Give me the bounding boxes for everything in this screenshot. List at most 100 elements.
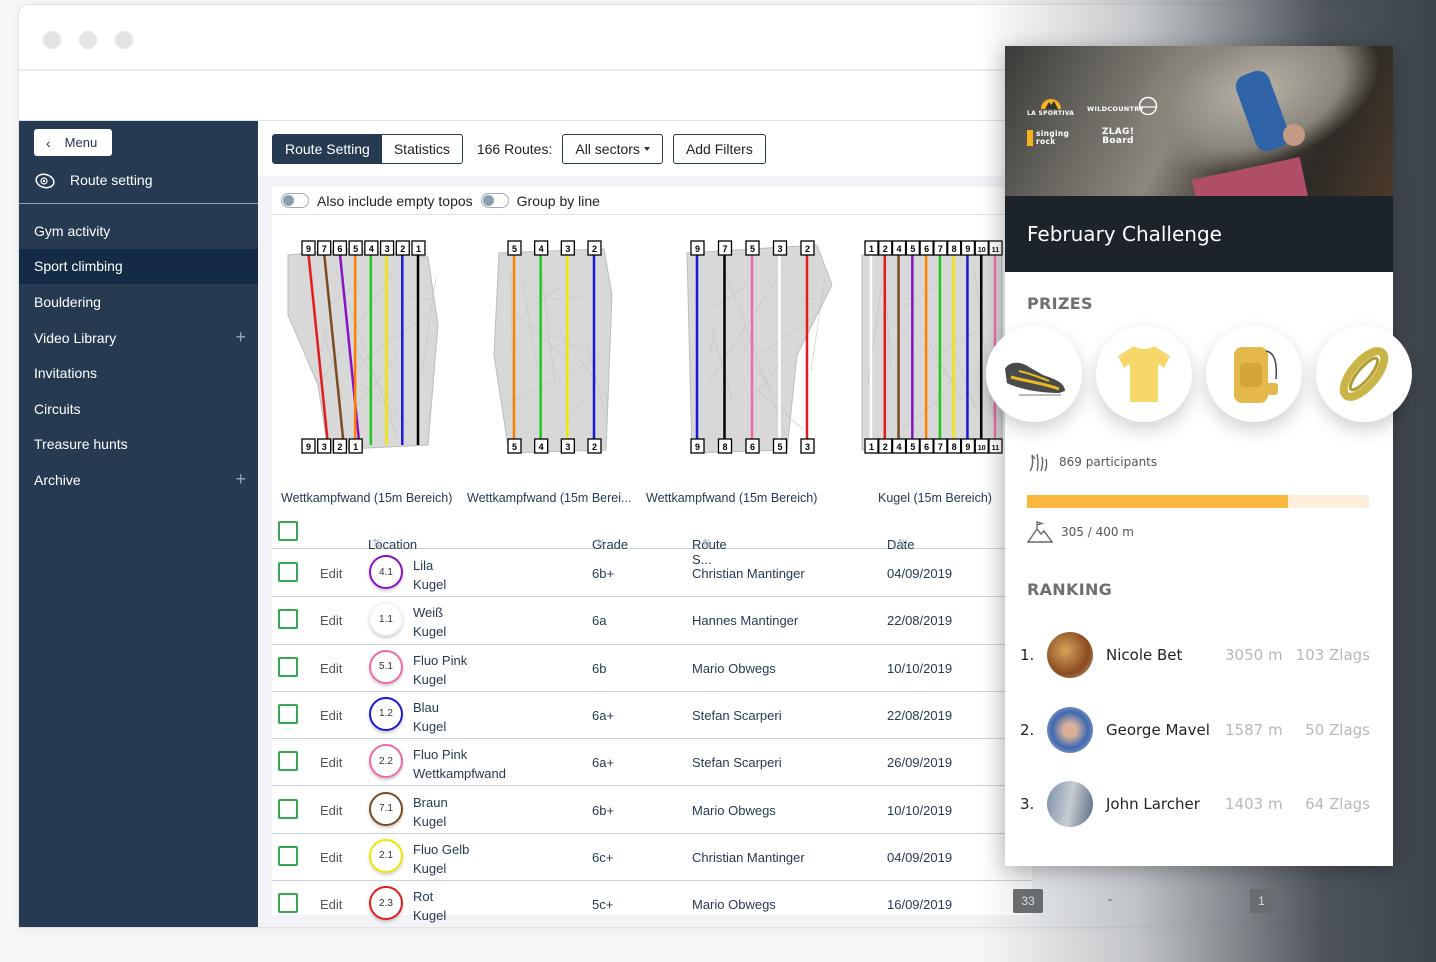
row-checkbox[interactable] <box>278 751 298 772</box>
edit-link[interactable]: Edit <box>320 566 342 581</box>
route-grade: 5c+ <box>592 897 614 913</box>
svg-text:6: 6 <box>924 244 929 254</box>
ranking-row[interactable]: 1. Nicole Bet 3050 m 103 Zlags <box>1020 632 1380 678</box>
toggle-group-by-line[interactable] <box>480 193 509 208</box>
sponsor-logo: WILDCOUNTRY <box>1087 105 1145 113</box>
svg-text:11: 11 <box>992 247 1000 254</box>
row-checkbox[interactable] <box>278 656 298 677</box>
edit-link[interactable]: Edit <box>320 613 342 628</box>
topo-label[interactable]: Wettkampfwand (15m Bereich) <box>281 491 452 505</box>
svg-text:3: 3 <box>805 442 810 452</box>
sidebar-item-circuits[interactable]: Circuits <box>19 391 258 427</box>
table-row[interactable]: Edit 4.1 Lila Kugel 6b+ Christian Mantinger 04… <box>272 550 1032 598</box>
edit-link[interactable]: Edit <box>320 661 342 676</box>
sidebar-item-gym-activity[interactable]: Gym activity <box>19 213 258 249</box>
edit-link[interactable]: Edit <box>320 850 342 865</box>
route-number-tag: 9 <box>690 240 705 256</box>
minimize-window-dot[interactable] <box>79 31 97 49</box>
add-filters-button[interactable]: Add Filters <box>672 133 766 164</box>
topo-label[interactable]: Kugel (15m Bereich) <box>878 491 992 505</box>
sidebar-item-bouldering[interactable]: Bouldering <box>19 284 258 320</box>
route-sector: Wettkampfwand <box>413 766 506 782</box>
route-number-tag: 9 <box>960 438 976 454</box>
topo-wall-image[interactable]: 997362514 3 2 1 <box>278 235 448 475</box>
table-row[interactable]: Edit 5.1 Fluo Pink Kugel 6b Mario Obwegs 10/10… <box>272 645 1032 692</box>
svg-text:7: 7 <box>722 244 727 254</box>
route-number-tag: 3 <box>772 240 788 256</box>
route-setter: Mario Obwegs <box>692 897 776 913</box>
svg-text:2: 2 <box>805 244 810 254</box>
table-row[interactable]: Edit 2.1 Fluo Gelb Kugel 6c+ Christian Mantin… <box>272 834 1032 882</box>
topo-label[interactable]: Wettkampfwand (15m Berei... <box>467 491 631 505</box>
table-row[interactable]: Edit 2.3 Rot Kugel 5c+ Mario Obwegs 16/09/2019 <box>272 881 1032 927</box>
sector-select[interactable]: All sectors <box>562 133 663 164</box>
route-setter: Mario Obwegs <box>692 802 776 818</box>
sidebar-item-video-library[interactable]: Video Library + <box>19 320 258 356</box>
edit-link[interactable]: Edit <box>320 897 342 912</box>
tab-statistics[interactable]: Statistics <box>382 135 462 163</box>
rank-position: 1. <box>1020 646 1035 664</box>
expand-plus-icon[interactable]: + <box>235 327 246 348</box>
table-row[interactable]: Edit 7.1 Braun Kugel 6b+ Mario Obwegs 10/10/20… <box>272 787 1032 834</box>
topo-label[interactable]: Wettkampfwand (15m Bereich) <box>646 491 817 505</box>
route-number-tag: 8 <box>947 438 962 454</box>
sidebar-item-treasure-hunts[interactable]: Treasure hunts <box>19 427 258 463</box>
topo-wall-image[interactable]: 9 9 7 8 5 6 3 5 2 3 <box>667 235 837 475</box>
route-number: 1.1 <box>379 613 393 625</box>
prize-backpack[interactable] <box>1206 326 1302 422</box>
select-all-checkbox[interactable] <box>278 521 298 541</box>
ranking-row[interactable]: 2. George Mavel 1587 m 50 Zlags <box>1020 707 1380 753</box>
route-location: Fluo Pink Wettkampfwand <box>413 745 506 783</box>
toggle-empty-topos[interactable] <box>281 193 309 208</box>
row-checkbox[interactable] <box>278 893 298 914</box>
page-badge[interactable]: 1 <box>1250 889 1273 913</box>
svg-text:11: 11 <box>992 445 1000 452</box>
sidebar-item-invitations[interactable]: Invitations <box>19 355 258 391</box>
route-color-badge: 5.1 <box>369 649 403 684</box>
prize-climbing-shoe[interactable] <box>986 326 1082 422</box>
route-sector: Kugel <box>413 718 447 734</box>
row-checkbox[interactable] <box>278 845 298 866</box>
tab-route-setting[interactable]: Route Setting <box>273 134 382 163</box>
row-checkbox[interactable] <box>278 798 298 819</box>
route-number-tag: 3 <box>800 438 815 454</box>
row-checkbox[interactable] <box>278 562 298 582</box>
menu-button[interactable]: ‹ Menu <box>34 129 112 156</box>
edit-link[interactable]: Edit <box>320 803 342 818</box>
sidebar-section-route-setting[interactable]: Route setting <box>34 171 153 189</box>
close-window-dot[interactable] <box>43 31 61 49</box>
sidebar-item-sport-climbing[interactable]: Sport climbing <box>19 248 258 285</box>
topo-wall-image[interactable]: 112244556677889910101111 <box>857 235 1007 475</box>
route-number-tag: 5 <box>348 240 363 256</box>
toggle-label: Also include empty topos <box>317 192 473 209</box>
route-setter: Christian Mantinger <box>692 849 805 865</box>
table-row[interactable]: Edit 1.1 Weiß Kugel 6a Hannes Mantinger 22/08/… <box>272 597 1032 645</box>
route-number-tag: 9 <box>690 438 705 454</box>
route-number-tag: 1 <box>411 240 426 256</box>
route-date: 04/09/2019 <box>887 566 953 581</box>
table-row[interactable]: Edit 1.2 Blau Kugel 6a+ Stefan Scarperi 22/08/… <box>272 692 1032 740</box>
route-number: 7.1 <box>379 803 393 814</box>
row-checkbox[interactable] <box>278 703 298 724</box>
svg-text:5: 5 <box>353 244 358 254</box>
sidebar-item-label: Video Library <box>34 329 117 346</box>
row-checkbox[interactable] <box>278 609 298 630</box>
ranking-row[interactable]: 3. John Larcher 1403 m 64 Zlags <box>1020 781 1380 827</box>
sidebar-divider <box>19 203 258 204</box>
svg-text:8: 8 <box>952 442 957 452</box>
table-row[interactable]: Edit 2.2 Fluo Pink Wettkampfwand 6a+ Stefan S… <box>272 739 1032 787</box>
sidebar-item-archive[interactable]: Archive + <box>19 462 258 498</box>
prize-rope[interactable] <box>1316 326 1412 422</box>
expand-plus-icon[interactable]: + <box>235 469 246 490</box>
route-grade: 6a+ <box>592 707 615 723</box>
maximize-window-dot[interactable] <box>115 31 133 49</box>
route-number-tag: 4 <box>891 240 907 256</box>
svg-text:2: 2 <box>592 442 597 452</box>
edit-link[interactable]: Edit <box>320 755 342 770</box>
route-grade: 6a+ <box>592 755 615 771</box>
svg-text:5: 5 <box>910 442 915 452</box>
topo-wall-image[interactable]: 5 5 4 4 3 3 2 2 <box>484 235 624 475</box>
edit-link[interactable]: Edit <box>320 708 342 723</box>
prize-t-shirt[interactable] <box>1096 326 1192 422</box>
route-number-tag: 10 <box>974 240 989 256</box>
